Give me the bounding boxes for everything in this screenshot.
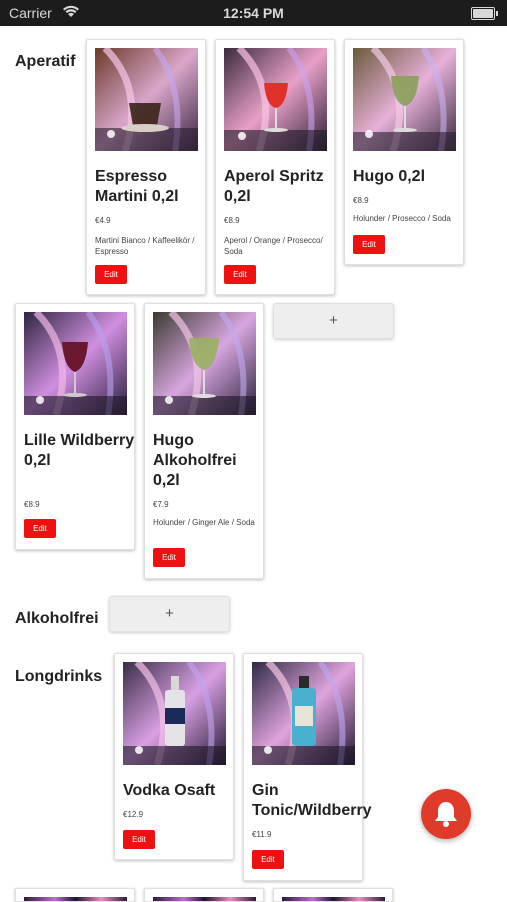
add-product-button[interactable]: + [109,596,230,632]
product-description: Holunder / Ginger Ale / Soda [153,518,255,527]
product-card[interactable]: Hugo 0,2l €8.9 Holunder / Prosecco / Sod… [344,39,464,265]
product-card[interactable]: Aperol Spritz 0,2l €8.9 Aperol / Orange … [215,39,335,295]
product-price: €4.9 [95,216,111,225]
product-image [95,48,198,151]
edit-button[interactable]: Edit [123,830,155,849]
product-image [153,312,256,415]
product-name: Hugo 0,2l [353,168,426,185]
edit-button[interactable]: Edit [24,519,56,538]
notification-button[interactable] [421,789,471,839]
section-title-alkoholfrei: Alkoholfrei [15,610,99,627]
product-card[interactable]: Gin Tonic/Wildberry €11.9 Edit [243,653,372,881]
clock: 12:54 PM [223,5,284,21]
product-image [224,48,327,151]
edit-button[interactable]: Edit [224,265,256,284]
product-card[interactable]: Espresso Martini 0,2l €4.9 Martini Bianc… [86,39,206,295]
edit-button[interactable]: Edit [153,548,185,567]
product-image [24,312,127,415]
product-price: €12.9 [123,810,144,819]
product-description: Holunder / Prosecco / Soda [353,214,451,223]
product-price: €8.9 [353,196,369,205]
product-card[interactable]: Lille Wildberry 0,2l €8.9 Edit [15,303,135,550]
product-image [123,662,226,765]
product-description: Aperol / Orange / Prosecco/ Soda [224,236,323,256]
edit-button[interactable]: Edit [252,850,284,869]
edit-button[interactable]: Edit [95,265,127,284]
section-title-aperatif: Aperatif [15,53,76,70]
product-name: Espresso Martini 0,2l [95,168,179,205]
product-card[interactable]: Vodka Osaft €12.9 Edit [114,653,234,860]
product-name: Vodka Osaft [123,782,216,799]
product-card[interactable]: Hugo Alkoholfrei 0,2l €7.9 Holunder / Gi… [144,303,264,579]
product-price: €8.9 [24,500,40,509]
section-title-longdrinks: Longdrinks [15,668,103,685]
product-name: Hugo Alkoholfrei 0,2l [153,432,237,489]
product-price: €11.9 [252,830,272,839]
product-description: Martini Bianco / Kaffeelikör / Espresso [95,236,195,256]
product-price: €7.9 [153,500,169,509]
product-price: €8.9 [224,216,240,225]
product-image [353,48,456,151]
product-name: Lille Wildberry 0,2l [24,432,135,469]
status-bar: Carrier 12:54 PM [0,0,507,26]
product-name: Gin Tonic/Wildberry [252,782,372,819]
edit-button[interactable]: Edit [353,235,385,254]
bell-icon [435,802,457,827]
product-image [252,662,355,765]
battery-icon [471,7,498,20]
add-product-button[interactable]: + [273,303,394,339]
product-name: Aperol Spritz 0,2l [224,168,324,205]
